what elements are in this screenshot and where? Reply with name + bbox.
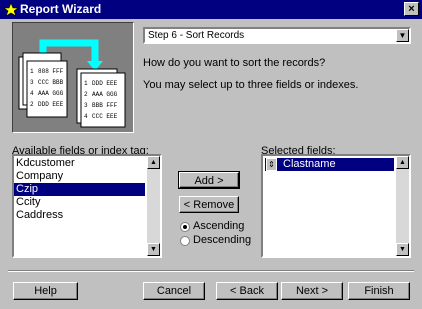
list-item[interactable]: Caddress	[14, 209, 145, 222]
scroll-up-icon[interactable]: ▲	[147, 156, 160, 169]
illustration-row-text: AAA GGG	[38, 90, 64, 97]
illustration-row-number: 1	[30, 68, 34, 75]
instruction-hint: You may select up to three fields or ind…	[143, 79, 359, 91]
next-button[interactable]: Next >	[281, 282, 343, 300]
window-title: Report Wizard	[20, 2, 102, 16]
close-button[interactable]: ×	[404, 2, 419, 16]
close-icon: ×	[408, 3, 415, 15]
illustration-row-number: 4	[30, 90, 34, 97]
illustration-row-number: 3	[84, 102, 88, 109]
move-handle-icon[interactable]: ⇕	[266, 158, 277, 171]
descending-radio[interactable]	[180, 236, 190, 246]
sort-illustration: 1 888 FFF 3 CCC BBB 4 AAA GGG 2 DDD EEE 1 DDD EE…	[18, 39, 126, 128]
title-bar[interactable]: Report Wizard ×	[0, 0, 422, 19]
illustration-row-number: 4	[84, 113, 88, 120]
descending-label: Descending	[193, 234, 252, 246]
step-selector[interactable]: Step 6 - Sort Records ▼	[143, 27, 411, 44]
back-button[interactable]: < Back	[216, 282, 278, 300]
illustration-row-number: 3	[30, 79, 34, 86]
finish-button[interactable]: Finish	[348, 282, 410, 300]
selected-scrollbar[interactable]: ▲ ▼	[396, 156, 409, 256]
ascending-radio[interactable]	[180, 222, 190, 232]
scroll-down-icon[interactable]: ▼	[147, 243, 160, 256]
illustration-row-text: 888 FFF	[38, 68, 64, 75]
list-item[interactable]: Kdcustomer	[14, 157, 145, 170]
chevron-down-icon[interactable]: ▼	[396, 29, 409, 42]
illustration-row-text: AAA GGG	[92, 91, 118, 98]
list-item[interactable]: ⇕ Clastname	[265, 158, 394, 171]
list-item[interactable]: Company	[14, 170, 145, 183]
button-separator	[8, 270, 414, 272]
wizard-icon	[3, 2, 19, 17]
step-value: Step 6 - Sort Records	[148, 30, 245, 41]
instruction-question: How do you want to sort the records?	[143, 57, 326, 69]
scroll-down-icon[interactable]: ▼	[396, 243, 409, 256]
remove-button[interactable]: < Remove	[179, 196, 239, 213]
scroll-up-icon[interactable]: ▲	[396, 156, 409, 169]
illustration-row-number: 1	[84, 80, 88, 87]
illustration-row-text: DDD EEE	[38, 101, 64, 108]
illustration-row-number: 2	[30, 101, 34, 108]
ascending-label: Ascending	[193, 220, 245, 232]
add-button[interactable]: Add >	[178, 171, 240, 189]
available-scrollbar[interactable]: ▲ ▼	[147, 156, 160, 256]
illustration-panel: 1 888 FFF 3 CCC BBB 4 AAA GGG 2 DDD EEE 1 DDD EE…	[12, 22, 134, 133]
selected-fields-list[interactable]: ⇕ Clastname ▲ ▼	[261, 154, 411, 258]
list-item[interactable]: Czip	[14, 183, 145, 196]
help-button[interactable]: Help	[13, 282, 78, 300]
illustration-row-text: DDD EEE	[92, 80, 118, 87]
illustration-row-text: CCC EEE	[92, 113, 118, 120]
available-fields-list[interactable]: Kdcustomer Company Czip Ccity Caddress ▲ ▼	[12, 154, 162, 258]
list-item[interactable]: Ccity	[14, 196, 145, 209]
illustration-row-text: CCC BBB	[38, 79, 64, 86]
illustration-row-text: BBB FFF	[92, 102, 118, 109]
illustration-row-number: 2	[84, 91, 88, 98]
cancel-button[interactable]: Cancel	[143, 282, 205, 300]
